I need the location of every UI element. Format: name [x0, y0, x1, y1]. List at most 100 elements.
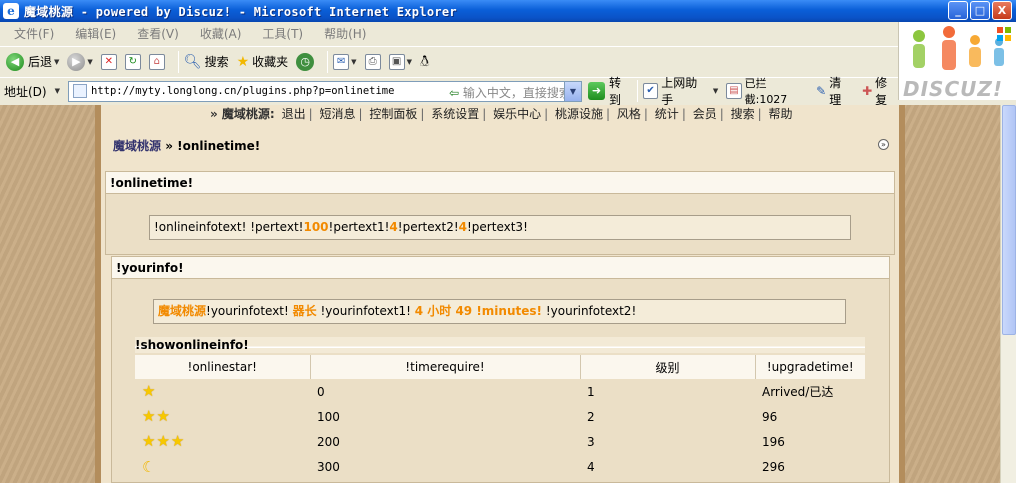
- row-time: 0: [317, 384, 325, 399]
- history-button[interactable]: ◷: [296, 52, 315, 71]
- yourinfo-text2: !yourinfotext2!: [545, 304, 637, 318]
- forward-button[interactable]: ▶ ▼: [67, 52, 93, 71]
- row-level: 3: [587, 434, 595, 449]
- onlinetime-box: !onlinetime! !onlineinfotext! !pertext!1…: [105, 171, 895, 255]
- print-button[interactable]: ⎙: [364, 53, 381, 70]
- breadcrumb-current: !onlinetime!: [177, 139, 261, 153]
- pertext1-value: 4: [389, 220, 398, 234]
- row-time: 300: [317, 459, 340, 474]
- star-icon: ★: [170, 432, 185, 450]
- close-button[interactable]: X: [992, 1, 1012, 20]
- address-url[interactable]: http://myty.longlong.cn/plugins.php?p=on…: [91, 85, 394, 97]
- forward-arrow-icon: ▶: [67, 52, 86, 71]
- nav-entertainment[interactable]: 娱乐中心: [493, 107, 541, 121]
- scrollbar-thumb[interactable]: [1002, 105, 1016, 335]
- address-bar: 地址(D) ▼ http://myty.longlong.cn/plugins.…: [0, 75, 898, 107]
- onlinetime-info: !onlineinfotext! !pertext!100!pertext1!4…: [149, 215, 851, 240]
- address-input[interactable]: http://myty.longlong.cn/plugins.php?p=on…: [68, 80, 582, 102]
- popup-blocker-icon: ▤: [726, 83, 742, 99]
- breadcrumb-separator: »: [161, 139, 178, 153]
- mail-dropdown-icon[interactable]: ▼: [351, 58, 356, 66]
- back-arrow-icon: ◀: [6, 52, 24, 71]
- yourinfo-text: !yourinfotext!: [206, 304, 289, 318]
- edit-icon: ▣: [388, 53, 405, 70]
- mail-button[interactable]: ✉ ▼: [333, 53, 357, 70]
- row-stars: ☾: [135, 454, 310, 479]
- nav-members[interactable]: 会员: [693, 107, 717, 121]
- maximize-button[interactable]: □: [970, 1, 990, 20]
- toolbar-separator: [327, 50, 329, 73]
- row-level: 1: [587, 384, 595, 399]
- row-time: 200: [317, 434, 340, 449]
- minimize-button[interactable]: _: [948, 1, 968, 20]
- assistant-button[interactable]: 上网助手: [661, 74, 707, 108]
- col-timerequire: !timerequire!: [310, 355, 581, 379]
- go-arrow-icon[interactable]: ➜: [587, 82, 606, 100]
- repair-icon: ✚: [862, 84, 873, 98]
- edit-button[interactable]: ▣ ▼: [388, 53, 412, 70]
- nav-logout[interactable]: 退出: [282, 107, 306, 121]
- breadcrumb: 魔域桃源 » !onlinetime!: [113, 137, 260, 154]
- menu-edit[interactable]: 编辑(E): [75, 25, 116, 42]
- go-button[interactable]: 转到: [609, 74, 632, 108]
- home-button[interactable]: ⌂: [148, 53, 165, 70]
- breadcrumb-home[interactable]: 魔域桃源: [113, 139, 161, 153]
- blocked-count[interactable]: 已拦截:1027: [745, 75, 807, 107]
- yourinfo-line: 魔域桃源!yourinfotext! 器长 !yourinfotext1! 4 …: [153, 299, 846, 324]
- nav-style[interactable]: 风格: [617, 107, 641, 121]
- nav-facilities[interactable]: 桃源设施: [555, 107, 603, 121]
- favorites-button[interactable]: ★ 收藏夹: [237, 53, 289, 70]
- forward-dropdown-icon[interactable]: ▼: [87, 58, 92, 66]
- qq-button[interactable]: 🐧︎: [420, 52, 429, 72]
- row-stars: ★★: [135, 404, 310, 429]
- nav-control-panel[interactable]: 控制面板: [369, 107, 417, 121]
- address-label-dropdown-icon[interactable]: ▼: [55, 87, 60, 95]
- row-level: 4: [587, 459, 595, 474]
- search-button[interactable]: 🔍︎ 搜索: [184, 53, 229, 70]
- pertext-value: 100: [303, 220, 329, 234]
- nav-messages[interactable]: 短消息: [319, 107, 355, 121]
- edit-dropdown-icon[interactable]: ▼: [407, 58, 412, 66]
- menu-help[interactable]: 帮助(H): [324, 25, 366, 42]
- row-upgrade: Arrived/已达: [762, 385, 834, 399]
- row-time: 100: [317, 409, 340, 424]
- row-upgrade: 296: [762, 459, 785, 474]
- collapse-icon[interactable]: »: [878, 139, 889, 150]
- search-icon: 🔍︎: [183, 53, 202, 70]
- menu-file[interactable]: 文件(F): [14, 25, 54, 42]
- menu-favorites[interactable]: 收藏(A): [200, 25, 242, 42]
- star-icon: ★: [142, 382, 156, 400]
- refresh-button[interactable]: ↻: [124, 53, 141, 70]
- clean-button[interactable]: 清理: [829, 74, 852, 108]
- addressbar-separator: [636, 80, 638, 102]
- hint-arrow-icon: ⇦: [449, 85, 460, 100]
- nav-help[interactable]: 帮助: [768, 107, 792, 121]
- assistant-dropdown-icon[interactable]: ▼: [713, 87, 718, 95]
- nav-search[interactable]: 搜索: [731, 107, 755, 121]
- qq-penguin-icon: 🐧︎: [419, 51, 430, 70]
- history-icon: ◷: [296, 52, 315, 71]
- discuz-logo: DISCUZ!: [898, 22, 1016, 101]
- pertext1-label: !pertext1!: [328, 220, 390, 234]
- back-button[interactable]: ◀ 后退 ▼: [6, 52, 59, 71]
- back-dropdown-icon[interactable]: ▼: [54, 58, 59, 66]
- search-hint[interactable]: ⇦ 输入中文，直接搜索: [449, 84, 571, 101]
- yourinfo-online-time: 4 小时 49 !minutes!: [414, 304, 542, 318]
- page-icon: [73, 84, 87, 98]
- vertical-scrollbar[interactable]: [1000, 105, 1016, 483]
- windows-flag-icon: [997, 27, 1011, 41]
- star-icon: ★: [156, 407, 170, 425]
- yourinfo-text1: !yourinfotext1!: [320, 304, 411, 318]
- nav-stats[interactable]: 统计: [655, 107, 679, 121]
- address-dropdown-button[interactable]: ▼: [563, 81, 581, 101]
- menu-tools[interactable]: 工具(T): [262, 25, 303, 42]
- refresh-icon: ↻: [124, 53, 141, 70]
- star-icon: ★: [142, 407, 156, 425]
- print-icon: ⎙: [364, 53, 381, 70]
- repair-button[interactable]: 修复: [875, 74, 898, 108]
- stop-button[interactable]: ✕: [100, 53, 117, 70]
- nav-system-settings[interactable]: 系统设置: [431, 107, 479, 121]
- row-stars: ★★★: [135, 429, 310, 454]
- yourinfo-header: !yourinfo!: [112, 257, 889, 279]
- menu-view[interactable]: 查看(V): [137, 25, 179, 42]
